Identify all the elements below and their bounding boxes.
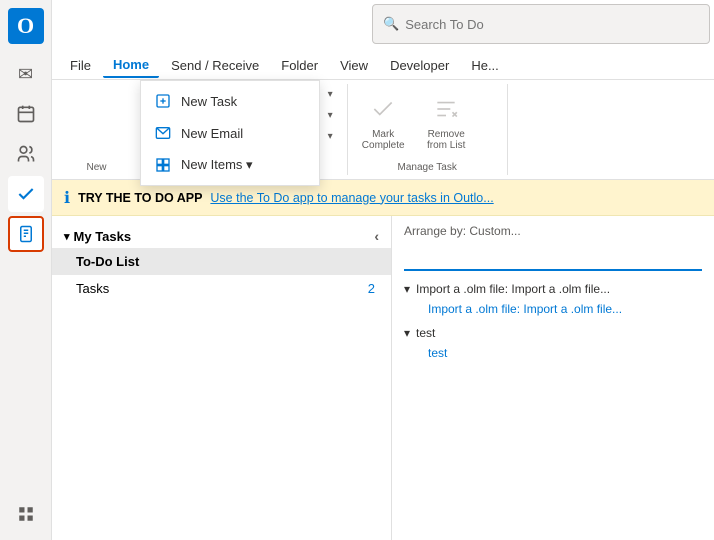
new-items-label: New Items ▾ <box>181 157 253 173</box>
tasks-list-item[interactable]: Tasks 2 <box>52 275 391 302</box>
new-task-label: New Task <box>181 94 237 109</box>
task-pane: ▾ My Tasks ‹ To-Do List Tasks 2 <box>52 216 392 540</box>
todo-list-label: To-Do List <box>76 254 139 269</box>
test-header-label: test <box>416 326 435 340</box>
ribbon-group-manage-label: Manage Task <box>356 162 499 175</box>
import-olm-group-header[interactable]: ▾ Import a .olm file: Import a .olm file… <box>404 279 702 299</box>
test-group: ▾ test test <box>404 323 702 363</box>
mark-complete-icon <box>370 96 396 125</box>
menu-view[interactable]: View <box>330 54 378 77</box>
import-olm-group: ▾ Import a .olm file: Import a .olm file… <box>404 279 702 319</box>
task-detail: Arrange by: Custom... ▾ Import a .olm fi… <box>392 216 714 540</box>
menu-bar: File Home Send / Receive Folder View Dev… <box>52 52 714 80</box>
reply-arrow-icon: ▾ <box>328 89 333 100</box>
import-olm-chevron-icon: ▾ <box>404 282 410 296</box>
menu-file[interactable]: File <box>60 54 101 77</box>
new-dropdown-menu: New Task New Email New Items ▾ <box>140 80 320 186</box>
new-task-icon <box>153 91 173 111</box>
search-bar: 🔍 <box>372 4 710 44</box>
mark-complete-button[interactable]: Mark Complete <box>356 92 411 155</box>
info-banner-link[interactable]: Use the To Do app to manage your tasks i… <box>210 191 493 205</box>
sidebar: O ✉ <box>0 0 52 540</box>
ribbon-group-new-label: New <box>56 160 137 175</box>
info-banner-title: TRY THE TO DO APP <box>78 191 202 205</box>
forward-arrow-icon: ▾ <box>328 131 333 142</box>
sidebar-item-apps[interactable] <box>8 496 44 532</box>
search-input[interactable] <box>405 17 699 32</box>
menu-folder[interactable]: Folder <box>271 54 328 77</box>
reply-all-arrow-icon: ▾ <box>328 110 333 121</box>
my-tasks-chevron-icon: ▾ <box>64 230 70 243</box>
todo-list-item[interactable]: To-Do List <box>52 248 391 275</box>
import-olm-item[interactable]: Import a .olm file: Import a .olm file..… <box>404 299 702 319</box>
new-email-item[interactable]: New Email <box>141 117 319 149</box>
task-count-badge: 2 <box>368 281 375 296</box>
sidebar-item-calendar[interactable] <box>8 96 44 132</box>
import-olm-header-label: Import a .olm file: Import a .olm file..… <box>416 282 610 296</box>
test-group-header[interactable]: ▾ test <box>404 323 702 343</box>
new-email-label: New Email <box>181 126 243 141</box>
remove-from-list-icon <box>433 96 459 125</box>
remove-from-list-button[interactable]: Remove from List <box>419 92 474 155</box>
sidebar-item-people[interactable] <box>8 136 44 172</box>
remove-from-list-label: Remove from List <box>425 129 468 151</box>
sidebar-item-mail[interactable]: ✉ <box>8 56 44 92</box>
sidebar-item-tasks-checkmark[interactable] <box>8 176 44 212</box>
new-task-input[interactable] <box>404 246 702 271</box>
tasks-label: Tasks <box>76 281 109 296</box>
my-tasks-header[interactable]: ▾ My Tasks ‹ <box>52 224 391 248</box>
sidebar-item-tasks-clipboard[interactable] <box>8 216 44 252</box>
my-tasks-label: My Tasks <box>74 229 132 244</box>
menu-help[interactable]: He... <box>461 54 508 77</box>
new-task-item[interactable]: New Task <box>141 85 319 117</box>
mark-complete-label: Mark Complete <box>362 129 405 151</box>
new-email-icon <box>153 123 173 143</box>
menu-send-receive[interactable]: Send / Receive <box>161 54 269 77</box>
info-icon: ℹ <box>64 188 70 208</box>
search-icon: 🔍 <box>383 16 399 32</box>
new-items-item[interactable]: New Items ▾ <box>141 149 319 181</box>
app-logo: O <box>8 8 44 44</box>
test-item[interactable]: test <box>404 343 702 363</box>
menu-developer[interactable]: Developer <box>380 54 459 77</box>
new-items-icon <box>153 155 173 175</box>
test-chevron-icon: ▾ <box>404 326 410 340</box>
collapse-button[interactable]: ‹ <box>374 228 379 244</box>
arrange-bar: Arrange by: Custom... <box>404 224 702 238</box>
menu-home[interactable]: Home <box>103 53 159 78</box>
main-area: 🔍 File Home Send / Receive Folder View D… <box>52 0 714 540</box>
ribbon-group-manage: Mark Complete Remove from List Manage Ta… <box>348 84 508 175</box>
content-area: ▾ My Tasks ‹ To-Do List Tasks 2 Arrange … <box>52 216 714 540</box>
